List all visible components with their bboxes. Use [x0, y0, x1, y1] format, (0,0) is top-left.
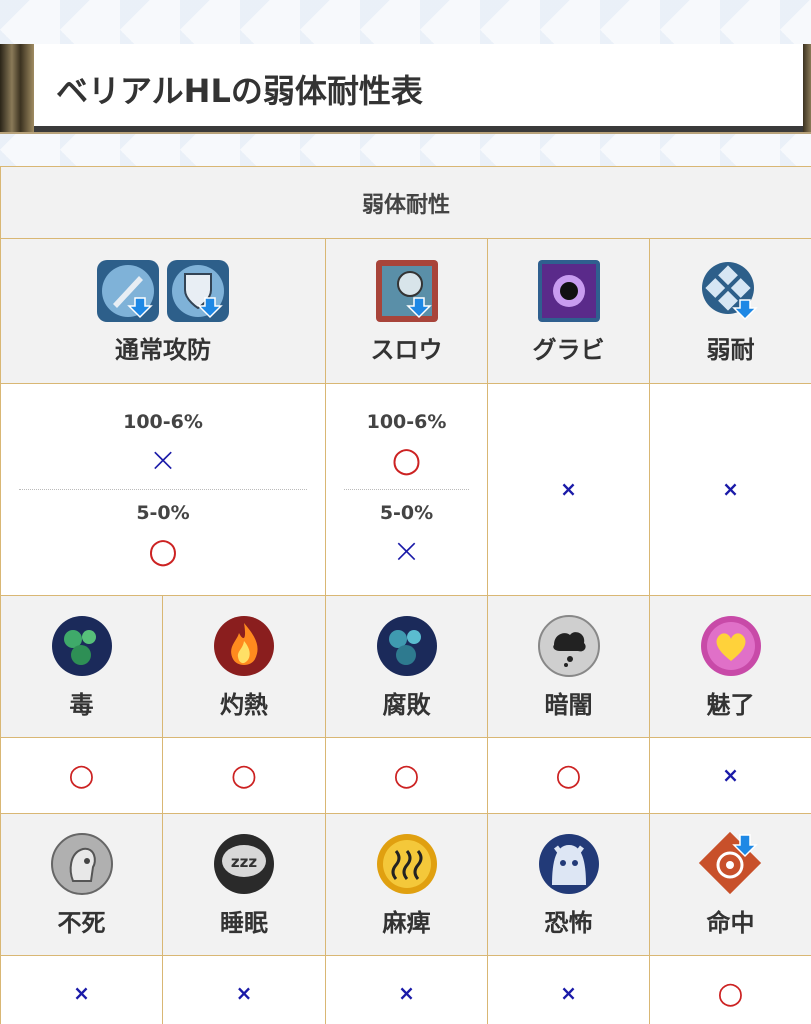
slow-icon — [374, 258, 440, 324]
label-burn: 灼熱 — [220, 691, 268, 719]
label-fear: 恐怖 — [544, 909, 593, 937]
cross-mark: × — [398, 981, 415, 1005]
circle-mark: ○ — [148, 531, 178, 571]
label-undead: 不死 — [57, 909, 106, 937]
value-paralysis: × — [325, 955, 488, 1024]
threshold-label: 100-6% — [366, 411, 447, 433]
label-normal-atk-def: 通常攻防 — [115, 335, 211, 364]
value-slow: 100-6% ○ 5-0% × — [325, 383, 488, 596]
label-blind: 暗闇 — [544, 691, 593, 719]
cross-mark: × — [392, 531, 421, 571]
section-heading: ベリアルHLの弱体耐性表 — [0, 44, 811, 132]
burn-icon — [211, 613, 277, 679]
cell-blind: 暗闇 — [487, 595, 650, 738]
cell-undead: 不死 — [0, 813, 163, 956]
label-charm: 魅了 — [706, 691, 755, 719]
blind-icon — [536, 613, 602, 679]
debuff-resistance-down-icon — [698, 258, 764, 324]
value-putrefy: ○ — [325, 737, 488, 814]
fear-icon — [536, 831, 602, 897]
label-putrefy: 腐敗 — [382, 691, 431, 719]
paralysis-icon — [374, 831, 440, 897]
charm-icon — [698, 613, 764, 679]
threshold-label: 5-0% — [379, 502, 434, 524]
cross-mark: × — [148, 440, 178, 480]
cell-gravity: グラビ — [487, 238, 650, 384]
poison-icon — [49, 613, 115, 679]
svg-text:zzz: zzz — [231, 853, 257, 871]
circle-mark: ○ — [391, 440, 422, 480]
cell-normal-atk-def: 通常攻防 — [0, 238, 326, 384]
label-weak-resist: 弱耐 — [706, 335, 755, 364]
cell-sleep: zzz 睡眠 — [162, 813, 326, 956]
cell-fear: 恐怖 — [487, 813, 650, 956]
label-paralysis: 麻痺 — [382, 909, 431, 937]
cross-mark: × — [235, 981, 253, 1005]
divider — [344, 489, 469, 490]
threshold-label: 100-6% — [123, 411, 203, 433]
divider — [19, 489, 307, 490]
label-accuracy: 命中 — [706, 909, 755, 937]
cell-putrefy: 腐敗 — [325, 595, 488, 738]
sleep-icon: zzz — [211, 831, 277, 897]
value-burn: ○ — [162, 737, 326, 814]
defense-down-icon — [165, 258, 231, 324]
cell-weak-resist: 弱耐 — [648, 238, 811, 384]
heading-ornament — [0, 44, 34, 132]
value-poison: ○ — [0, 737, 163, 814]
label-sleep: 睡眠 — [220, 909, 268, 937]
value-sleep: × — [162, 955, 326, 1024]
cross-mark: × — [560, 477, 577, 501]
putrefy-icon — [374, 613, 440, 679]
cross-mark: × — [722, 477, 739, 501]
cell-burn: 灼熱 — [162, 595, 326, 738]
circle-mark: ○ — [717, 975, 744, 1011]
cell-accuracy: 命中 — [648, 813, 811, 956]
gravity-icon — [536, 258, 602, 324]
value-accuracy: ○ — [648, 955, 811, 1024]
attack-down-icon — [95, 258, 161, 324]
cross-mark: × — [722, 763, 739, 787]
page-title: ベリアルHLの弱体耐性表 — [56, 72, 423, 110]
undead-icon — [49, 831, 115, 897]
circle-mark: ○ — [555, 757, 582, 793]
cell-paralysis: 麻痺 — [325, 813, 488, 956]
value-blind: ○ — [487, 737, 650, 814]
resistance-table: 弱体耐性 通常攻防 スロウ グラビ 弱耐 100-6% × 5-0% ○ 100… — [0, 166, 811, 1024]
table-header: 弱体耐性 — [0, 166, 811, 239]
cell-poison: 毒 — [0, 595, 163, 738]
heading-ornament-right — [803, 44, 811, 132]
cross-mark: × — [73, 981, 90, 1005]
value-gravity: × — [487, 383, 650, 596]
label-slow: スロウ — [370, 335, 443, 364]
cell-charm: 魅了 — [648, 595, 811, 738]
circle-mark: ○ — [230, 757, 258, 793]
cross-mark: × — [560, 981, 577, 1005]
cell-slow: スロウ — [325, 238, 488, 384]
circle-mark: ○ — [68, 757, 95, 793]
value-normal-atk-def: 100-6% × 5-0% ○ — [0, 383, 326, 596]
circle-mark: ○ — [393, 757, 420, 793]
value-undead: × — [0, 955, 163, 1024]
threshold-label: 5-0% — [136, 502, 190, 524]
value-weak-resist: × — [648, 383, 811, 596]
label-gravity: グラビ — [532, 335, 605, 364]
accuracy-down-icon — [698, 831, 764, 897]
value-charm: × — [648, 737, 811, 814]
label-poison: 毒 — [69, 691, 94, 719]
value-fear: × — [487, 955, 650, 1024]
